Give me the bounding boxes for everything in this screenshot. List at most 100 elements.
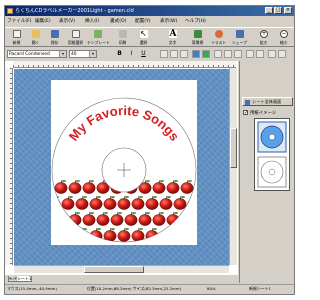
apple-icon [52,227,61,242]
arrange-button[interactable] [268,50,276,58]
apple-icon [54,211,68,226]
apple-icon [61,227,75,242]
open-button-label: 開く [31,40,40,45]
app-icon [7,8,13,14]
full-screen-button-label: シート全体画面 [252,99,282,104]
apple-icon [52,214,54,226]
select-tool-button[interactable]: ↖ 選択 [135,29,152,46]
menu-display[interactable]: 表示(W) [160,18,177,24]
new-button[interactable]: 新規 [8,29,25,46]
full-screen-button[interactable]: シート全体画面 [242,97,293,106]
horizontal-ruler [13,61,236,68]
side-panel: シート全体画面 ✓ 用紙イメージ [239,61,294,283]
apple-icon [194,214,196,226]
maximize-button[interactable]: □ [274,7,282,14]
paper-preview[interactable] [254,118,290,191]
illustration-button[interactable]: イラスト [210,29,227,46]
zoom-in-label: 拡大 [259,40,268,45]
shape-icon [236,30,244,38]
template-button[interactable]: テンプレート [87,29,110,46]
pointer-icon: ↖ [140,29,148,38]
app-window: らくちんCDラベルメーカー2001Light - gamen.cld _ □ ×… [4,5,295,295]
menu-edit[interactable]: 編集(E) [35,18,51,24]
menu-arrange[interactable]: 配置(Y) [135,18,151,24]
text-tool-label: 文字 [168,40,177,45]
text-color-button[interactable] [192,50,200,58]
send-back-button[interactable] [224,50,232,58]
apple-icon [173,227,187,242]
vertical-scroll-thumb[interactable] [230,128,237,168]
menu-format[interactable]: 書式(O) [110,18,126,24]
horizontal-scrollbar[interactable] [14,265,229,273]
bold-icon: B [117,50,122,57]
paper-preview-image [257,121,287,188]
open-folder-icon [32,30,40,38]
new-button-label: 新規 [12,40,21,45]
paper-select-label: 用紙選択 [67,40,84,45]
fill-color-button[interactable] [202,50,210,58]
rotate-button[interactable] [246,50,254,58]
chevron-down-icon: ▾ [89,51,96,57]
work-area: My Favorite Songs [5,61,238,275]
menu-insert[interactable]: 挿入(I) [85,18,99,24]
background-pattern-icon [194,30,202,38]
illustration-label: イラスト [210,40,227,45]
align-left-button[interactable] [160,50,168,58]
shape-button[interactable]: シェープ [231,29,248,46]
sheet-icon [245,99,250,105]
save-button[interactable]: 保存 [46,29,63,46]
minimize-button[interactable]: _ [265,7,273,14]
format-toolbar: Pacard Condensed ▾ 40 ▾ B I U [5,48,294,60]
sheet-tabs: 新規シート1 [5,276,237,283]
status-bar: マウス(15.4mm,-40.9mm) 位置(10.2mm,68.2mm) サイ… [5,284,294,293]
cd-label[interactable]: My Favorite Songs [51,80,197,245]
window-title: らくちんCDラベルメーカー2001Light - gamen.cld [15,8,134,14]
menu-file[interactable]: ファイル(F) [7,18,32,24]
horizontal-scroll-thumb[interactable] [84,266,144,273]
new-file-icon [13,30,21,38]
menu-view[interactable]: 表示(V) [59,18,75,24]
text-tool-icon: A [169,29,177,39]
open-button[interactable]: 開く [27,29,44,46]
paper-image-checkbox[interactable]: ✓ [243,110,248,116]
paper-select-icon [72,30,80,38]
print-icon [119,30,127,38]
flip-button[interactable] [256,50,264,58]
align-center-button[interactable] [170,50,178,58]
italic-button[interactable]: I [127,50,136,58]
selection-info: 位置(10.2mm,68.2mm) サイズ(82.3mm,22.2mm) [87,286,182,291]
canvas-background[interactable]: My Favorite Songs [14,69,229,265]
underline-button[interactable]: U [139,50,148,58]
title-bar: らくちんCDラベルメーカー2001Light - gamen.cld _ □ × [5,6,294,16]
group-button[interactable] [234,50,242,58]
background-pattern-label: 背景柄 [191,40,204,45]
zoom-out-icon: − [280,30,288,38]
background-pattern-button[interactable]: 背景柄 [189,29,206,46]
paper-select-button[interactable]: 用紙選択 [67,29,84,46]
bold-button[interactable]: B [115,50,124,58]
illustration-icon [215,30,223,38]
zoom-in-button[interactable]: + 拡大 [255,29,272,46]
vertical-scrollbar[interactable] [229,68,237,265]
zoom-out-label: 縮小 [279,40,288,45]
zoom-level: 80% [207,286,216,291]
bring-front-button[interactable] [214,50,222,58]
main-toolbar: 新規 開く 保存 用紙選択 テンプレート 印刷 ↖ 選択 A 文字 背景柄 イラ… [5,27,294,47]
preview-disc-hole [268,133,276,141]
zoom-in-icon: + [260,30,268,38]
shape-label: シェープ [232,40,247,45]
sheet-tab[interactable]: 新規シート1 [8,276,32,282]
zoom-out-button[interactable]: − 縮小 [275,29,292,46]
close-button[interactable]: × [284,7,292,14]
print-button[interactable]: 印刷 [114,29,131,46]
menu-help[interactable]: ヘルプ(H) [185,18,206,24]
preview-page-back [257,156,287,188]
align-right-button[interactable] [180,50,188,58]
font-select-value: Pacard Condensed [9,52,50,57]
text-tool-button[interactable]: A 文字 [164,29,181,46]
template-icon [94,30,102,38]
distribute-button[interactable] [278,50,286,58]
menu-bar: ファイル(F) 編集(E) 表示(V) 挿入(I) 書式(O) 配置(Y) 表示… [5,17,294,26]
font-select[interactable]: Pacard Condensed ▾ [7,50,67,58]
font-size-select[interactable]: 40 ▾ [69,50,97,58]
